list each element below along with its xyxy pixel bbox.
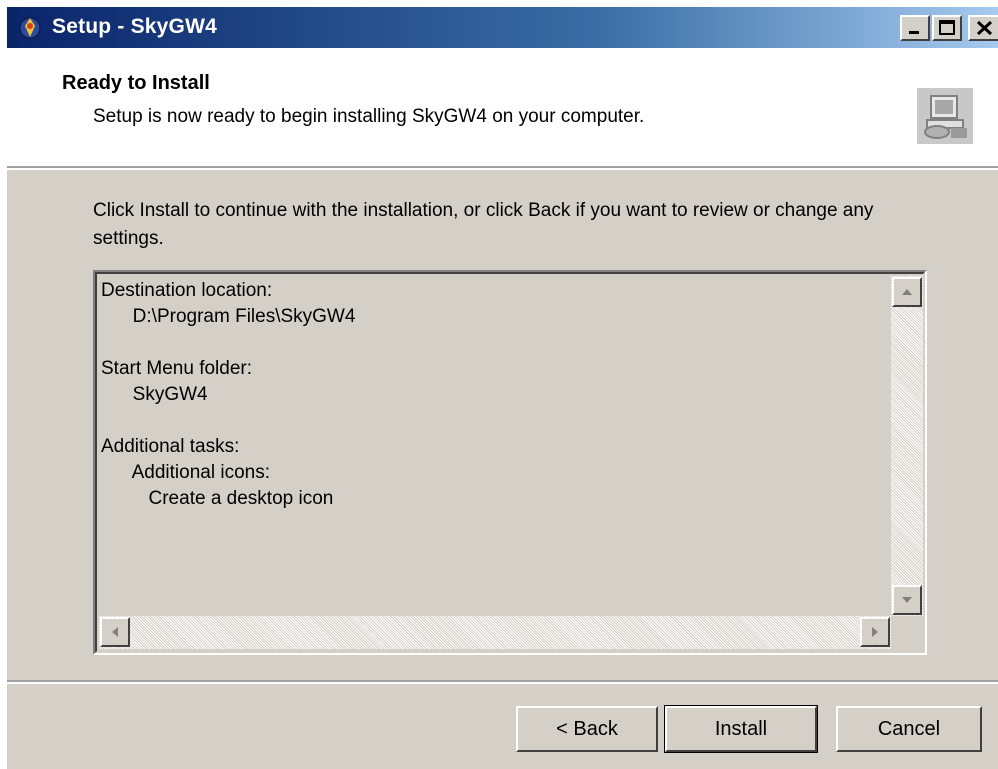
ready-memo[interactable]: Destination location: D:\Program Files\S… [93,270,927,655]
title-bar[interactable]: Setup - SkyGW4 [7,7,998,48]
memo-line [101,330,355,356]
memo-line: SkyGW4 [101,384,208,405]
page-subtitle: Setup is now ready to begin installing S… [93,106,645,127]
memo-text: Destination location: D:\Program Files\S… [101,278,355,512]
scroll-up-button[interactable] [892,277,922,307]
maximize-button[interactable] [932,15,962,41]
memo-line: Additional tasks: [101,436,240,457]
footer-separator [7,680,998,684]
header-separator [7,166,998,170]
memo-line: Create a desktop icon [101,488,334,509]
minimize-icon [909,31,919,34]
scroll-right-button[interactable] [860,617,890,647]
instructions-text: Click Install to continue with the insta… [93,200,874,249]
arrow-right-icon [872,627,878,637]
memo-line: D:\Program Files\SkyGW4 [101,306,356,327]
install-button[interactable]: Install [664,705,818,753]
arrow-down-icon [902,597,912,603]
memo-line [101,408,355,434]
back-button[interactable]: < Back [516,706,658,752]
memo-inner: Destination location: D:\Program Files\S… [95,272,925,653]
arrow-left-icon [112,627,118,637]
minimize-button[interactable] [900,15,930,41]
cancel-button[interactable]: Cancel [836,706,982,752]
memo-line: Destination location: [101,280,273,301]
window-title: Setup - SkyGW4 [52,15,217,38]
close-button[interactable] [968,15,998,41]
arrow-up-icon [902,289,912,295]
scroll-down-button[interactable] [892,585,922,615]
page-title: Ready to Install [62,72,210,94]
close-icon [976,20,993,36]
wizard-header: Ready to Install Setup is now ready to b… [7,48,998,166]
memo-line: Start Menu folder: [101,358,253,379]
scroll-left-button[interactable] [100,617,130,647]
setup-app-icon [19,17,41,39]
vertical-scrollbar[interactable] [891,276,923,616]
setup-window: Setup - SkyGW4 Ready to Install Setup is… [7,7,998,769]
installer-computer-icon [917,88,973,144]
horizontal-scrollbar[interactable] [99,616,891,649]
memo-line: Additional icons: [101,462,270,483]
scrollbar-corner [891,616,923,649]
maximize-icon [939,20,955,35]
